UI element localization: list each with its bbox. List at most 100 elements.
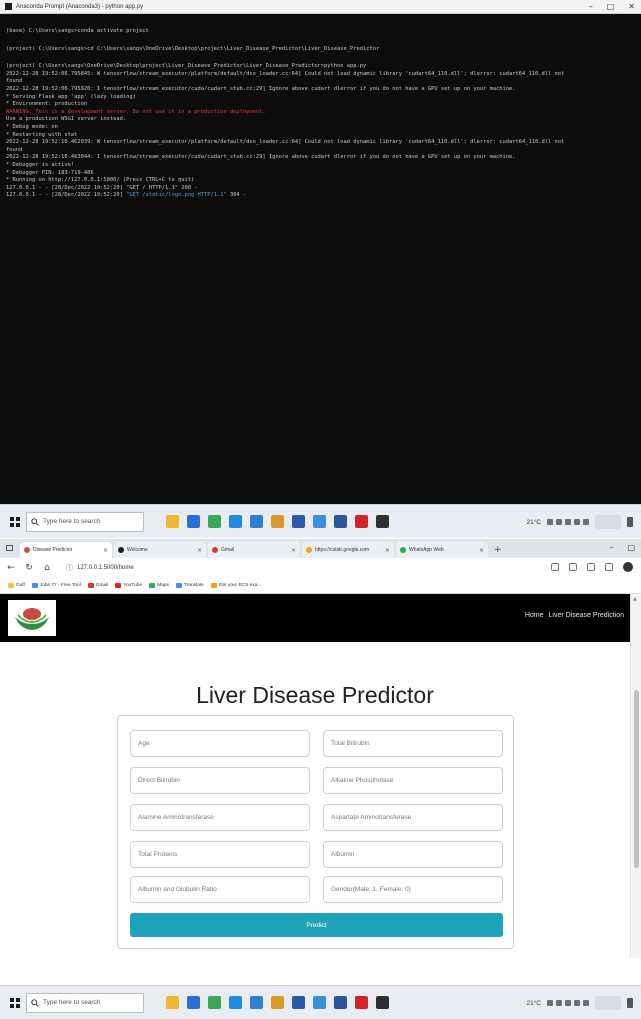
new-tab-button[interactable]: + [494, 545, 502, 555]
terminal-icon[interactable] [376, 515, 389, 528]
tray-icons[interactable] [547, 1000, 589, 1006]
gender-input[interactable] [323, 876, 503, 903]
taskbar-search[interactable]: Type here to search [26, 511, 144, 532]
taskbar-top: Type here to search 21°C [0, 504, 641, 538]
sidebar-icon[interactable] [605, 563, 613, 571]
terminal-icon[interactable] [376, 996, 389, 1009]
system-tray: 21°C [526, 986, 633, 1019]
tab-close-icon[interactable]: × [385, 547, 390, 554]
close-button[interactable]: ✕ [628, 2, 635, 12]
total-bilirubin-input[interactable] [323, 730, 503, 757]
file-explorer-icon[interactable] [166, 996, 179, 1009]
clock-widget[interactable] [595, 515, 621, 529]
mail-icon[interactable] [187, 515, 200, 528]
bookmark-item[interactable]: Gmail [87, 583, 108, 588]
maximize-button[interactable]: □ [607, 2, 615, 12]
terminal-titlebar[interactable]: Anaconda Prompt (Anaconda3) - python app… [0, 0, 641, 14]
terminal-line: * Debugger is active! [6, 161, 75, 168]
tab-close-icon[interactable]: × [197, 547, 202, 554]
site-logo[interactable] [8, 600, 56, 636]
reload-icon[interactable]: ↻ [24, 563, 34, 573]
browser-tab[interactable]: Gmail × [208, 542, 300, 558]
browser-tab[interactable]: Welcome × [114, 542, 206, 558]
chrome-icon[interactable] [208, 996, 221, 1009]
opera-icon[interactable] [355, 996, 368, 1009]
albumin-input[interactable] [323, 841, 503, 868]
predict-button[interactable]: Predict [130, 913, 503, 937]
tab-favicon-icon [212, 547, 218, 553]
browser-tab[interactable]: WhatsApp Web × [396, 542, 488, 558]
browser-tab[interactable]: https://colab.google.com × [302, 542, 394, 558]
terminal-line: * Restarting with stat [6, 131, 78, 138]
bookmarks-bar: Gulf Jobs 77 - Free Tool Gmail YouTube Maps T… [0, 578, 641, 594]
settings-icon[interactable] [292, 515, 305, 528]
terminal-line: 2022-12-28 19:52:06.795920: I tensorflow… [6, 85, 516, 92]
bookmark-item[interactable]: Maps [149, 583, 169, 588]
browser-tab[interactable]: Disease Predictor × [20, 542, 112, 558]
minimize-button[interactable]: – [589, 2, 593, 12]
bookmark-item[interactable]: Translate [175, 583, 204, 588]
edge-icon[interactable] [229, 515, 242, 528]
taskbar-bottom: Type here to search 21°C [0, 985, 641, 1019]
aspartate-aminotransferase-input[interactable] [323, 804, 503, 831]
maximize-button[interactable]: □ [627, 543, 635, 553]
files-icon[interactable] [271, 515, 284, 528]
tab-title: WhatsApp Web [409, 547, 444, 553]
files-icon[interactable] [271, 996, 284, 1009]
minimize-button[interactable]: – [609, 543, 613, 553]
bookmark-item[interactable]: Get your ECS exa... [210, 583, 261, 588]
extensions-icon[interactable] [587, 563, 595, 571]
bookmark-item[interactable]: Jobs 77 - Free Tool [31, 583, 81, 588]
store-icon[interactable] [250, 515, 263, 528]
photos-icon[interactable] [313, 515, 326, 528]
tray-icons[interactable] [547, 519, 589, 525]
tab-close-icon[interactable]: × [291, 547, 296, 554]
taskbar-search[interactable]: Type here to search [26, 992, 144, 1013]
clock-widget[interactable] [595, 996, 621, 1010]
home-icon[interactable]: ⌂ [42, 563, 52, 573]
file-explorer-icon[interactable] [166, 515, 179, 528]
terminal-output[interactable]: (base) C:\Users\sangs>conda activate pro… [0, 14, 641, 504]
total-proteins-input[interactable] [130, 841, 310, 868]
mail-icon[interactable] [187, 996, 200, 1009]
bookmark-label: Maps [157, 583, 169, 588]
word-icon[interactable] [334, 515, 347, 528]
notification-icon[interactable] [627, 517, 633, 527]
age-input[interactable] [130, 730, 310, 757]
tab-close-icon[interactable]: × [103, 547, 108, 554]
direct-bilirubin-input[interactable] [130, 767, 310, 794]
windows-start-icon[interactable] [10, 997, 20, 1008]
bookmark-star-icon[interactable] [569, 563, 577, 571]
notification-icon[interactable] [627, 998, 633, 1008]
chrome-icon[interactable] [208, 515, 221, 528]
site-info-icon[interactable]: ⓘ [66, 563, 73, 573]
weather-widget[interactable]: 21°C [526, 519, 541, 526]
photos-icon[interactable] [313, 996, 326, 1009]
albumin-globulin-ratio-input[interactable] [130, 876, 310, 903]
opera-icon[interactable] [355, 515, 368, 528]
edge-icon[interactable] [229, 996, 242, 1009]
bookmark-item[interactable]: Gulf [8, 583, 25, 588]
bookmark-item[interactable]: YouTube [115, 583, 142, 588]
alkaline-phosphotase-input[interactable] [323, 767, 503, 794]
back-icon[interactable]: ← [6, 563, 16, 573]
share-icon[interactable] [551, 563, 559, 571]
scroll-up-icon[interactable]: ▲ [633, 596, 637, 602]
word-icon[interactable] [334, 996, 347, 1009]
tab-close-icon[interactable]: × [479, 547, 484, 554]
alamine-aminotransferase-input[interactable] [130, 804, 310, 831]
store-icon[interactable] [250, 996, 263, 1009]
tab-actions-icon[interactable] [6, 545, 13, 551]
address-bar-row: ← ↻ ⌂ ⓘ 127.0.0.1:5000/home [0, 558, 641, 578]
tab-title: Disease Predictor [33, 547, 73, 553]
nav-predictor-link[interactable]: Liver Disease Prediction [549, 612, 624, 619]
url-field[interactable]: ⓘ 127.0.0.1:5000/home [60, 561, 490, 575]
page-title: Liver Disease Predictor [196, 682, 434, 708]
weather-widget[interactable]: 21°C [526, 1000, 541, 1007]
scrollbar-thumb[interactable] [634, 690, 639, 868]
settings-icon[interactable] [292, 996, 305, 1009]
page-scrollbar[interactable]: ▲ [630, 594, 641, 958]
windows-start-icon[interactable] [10, 516, 20, 527]
nav-home-link[interactable]: Home [525, 612, 544, 619]
profile-avatar[interactable] [623, 562, 633, 572]
